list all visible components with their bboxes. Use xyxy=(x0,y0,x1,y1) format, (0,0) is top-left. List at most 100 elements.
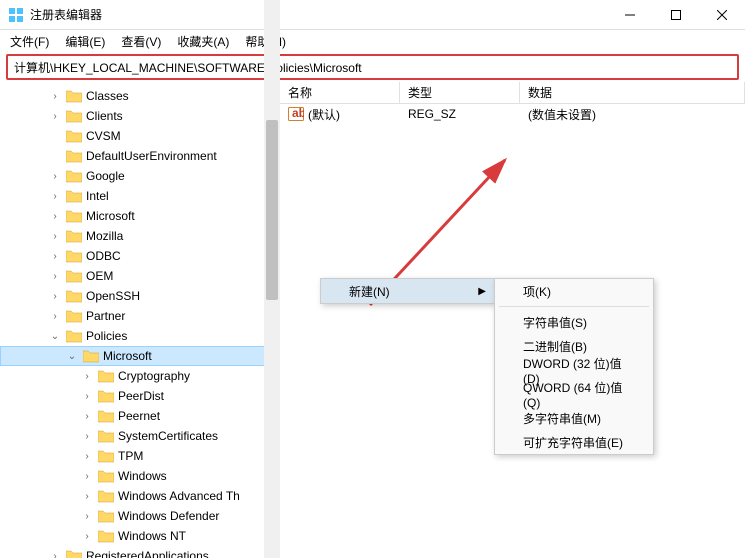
tree-expander[interactable]: › xyxy=(80,469,94,483)
menubar: 文件(F) 编辑(E) 查看(V) 收藏夹(A) 帮助(H) xyxy=(0,30,745,52)
menu-file[interactable]: 文件(F) xyxy=(4,31,55,52)
maximize-button[interactable] xyxy=(653,0,699,30)
titlebar: 注册表编辑器 xyxy=(0,0,745,30)
tree-expander[interactable]: ⌄ xyxy=(48,329,62,343)
menu-favorites[interactable]: 收藏夹(A) xyxy=(171,31,235,52)
menu-view[interactable]: 查看(V) xyxy=(115,31,167,52)
tree-node[interactable]: › Microsoft xyxy=(0,206,279,226)
tree-node[interactable]: › SystemCertificates xyxy=(0,426,279,446)
chevron-right-icon: ▶ xyxy=(478,286,486,297)
tree-label: Classes xyxy=(86,89,129,103)
tree-label: OEM xyxy=(86,269,113,283)
tree-expander[interactable]: › xyxy=(80,409,94,423)
tree-expander[interactable]: › xyxy=(48,169,62,183)
tree-expander[interactable]: › xyxy=(48,189,62,203)
ctx-new[interactable]: 新建(N) ▶ xyxy=(321,279,494,303)
tree-label: Google xyxy=(86,169,125,183)
string-value-icon: ab xyxy=(288,107,304,121)
context-submenu: 项(K) 字符串值(S) 二进制值(B) DWORD (32 位)值(D) QW… xyxy=(494,278,654,455)
tree-expander[interactable]: › xyxy=(80,369,94,383)
tree-node[interactable]: › Cryptography xyxy=(0,366,279,386)
tree-expander[interactable]: › xyxy=(48,209,62,223)
tree-scrollbar[interactable] xyxy=(264,0,280,558)
ctx-expand[interactable]: 可扩充字符串值(E) xyxy=(495,430,653,454)
tree-node[interactable]: › Intel xyxy=(0,186,279,206)
tree-expander[interactable]: › xyxy=(48,249,62,263)
tree-node[interactable]: › Windows Defender xyxy=(0,506,279,526)
tree-node[interactable]: ⌄ Policies xyxy=(0,326,279,346)
tree-node[interactable]: ›TPM xyxy=(0,446,279,466)
context-menu: 新建(N) ▶ xyxy=(320,278,495,304)
tree-node[interactable]: › Peernet xyxy=(0,406,279,426)
ctx-separator xyxy=(499,306,649,307)
tree-label: OpenSSH xyxy=(86,289,140,303)
tree-node[interactable]: › RegisteredApplications xyxy=(0,546,279,558)
cell-name: ab (默认) xyxy=(280,106,400,123)
tree-label: Cryptography xyxy=(118,369,190,383)
tree-expander[interactable]: › xyxy=(80,509,94,523)
tree-node[interactable]: ⌄ Microsoft xyxy=(0,346,279,366)
tree-expander[interactable]: › xyxy=(48,549,62,558)
address-bar[interactable]: 计算机\HKEY_LOCAL_MACHINE\SOFTWARE\Policies… xyxy=(6,54,739,80)
tree-expander[interactable]: › xyxy=(48,289,62,303)
tree-node[interactable]: DefaultUserEnvironment xyxy=(0,146,279,166)
ctx-string[interactable]: 字符串值(S) xyxy=(495,310,653,334)
tree-node[interactable]: ›Mozilla xyxy=(0,226,279,246)
tree-node[interactable]: › ODBC xyxy=(0,246,279,266)
tree-panel[interactable]: › Classes › Clients CVSM DefaultUserEnvironme… xyxy=(0,82,280,558)
tree-label: Microsoft xyxy=(103,349,152,363)
tree-node[interactable]: › Clients xyxy=(0,106,279,126)
value-name: (默认) xyxy=(308,106,340,123)
tree-expander[interactable]: › xyxy=(48,269,62,283)
tree-node[interactable]: ›Partner xyxy=(0,306,279,326)
value-data: (数值未设置) xyxy=(520,106,745,123)
col-name[interactable]: 名称 xyxy=(280,82,400,103)
list-header: 名称 类型 数据 xyxy=(280,82,745,104)
scrollbar-thumb[interactable] xyxy=(266,120,278,300)
tree-expander[interactable]: › xyxy=(80,449,94,463)
tree-expander[interactable]: › xyxy=(48,109,62,123)
tree-node[interactable]: › Classes xyxy=(0,86,279,106)
close-button[interactable] xyxy=(699,0,745,30)
tree-expander[interactable]: ⌄ xyxy=(65,349,79,363)
tree-expander[interactable]: › xyxy=(48,309,62,323)
tree-node[interactable]: › Google xyxy=(0,166,279,186)
tree-label: SystemCertificates xyxy=(118,429,218,443)
tree-expander[interactable]: › xyxy=(80,489,94,503)
tree-label: Peernet xyxy=(118,409,160,423)
tree-expander[interactable]: › xyxy=(48,89,62,103)
ctx-multi[interactable]: 多字符串值(M) xyxy=(495,406,653,430)
ctx-qword[interactable]: QWORD (64 位)值(Q) xyxy=(495,382,653,406)
col-type[interactable]: 类型 xyxy=(400,82,520,103)
tree-label: ODBC xyxy=(86,249,121,263)
tree-label: RegisteredApplications xyxy=(86,549,209,558)
address-text: 计算机\HKEY_LOCAL_MACHINE\SOFTWARE\Policies… xyxy=(14,59,362,76)
tree-label: DefaultUserEnvironment xyxy=(86,149,217,163)
ctx-key[interactable]: 项(K) xyxy=(495,279,653,303)
tree-label: Policies xyxy=(86,329,127,343)
col-data[interactable]: 数据 xyxy=(520,82,745,103)
minimize-button[interactable] xyxy=(607,0,653,30)
tree-node[interactable]: › OEM xyxy=(0,266,279,286)
tree-node[interactable]: CVSM xyxy=(0,126,279,146)
tree-node[interactable]: › OpenSSH xyxy=(0,286,279,306)
tree-node[interactable]: ›PeerDist xyxy=(0,386,279,406)
tree-expander[interactable]: › xyxy=(80,389,94,403)
list-row[interactable]: ab (默认) REG_SZ (数值未设置) xyxy=(280,104,745,124)
tree-label: Microsoft xyxy=(86,209,135,223)
tree-expander[interactable]: › xyxy=(80,529,94,543)
tree-label: Windows Advanced Th xyxy=(118,489,240,503)
tree-label: Intel xyxy=(86,189,109,203)
tree-node[interactable]: › Windows Advanced Th xyxy=(0,486,279,506)
menu-edit[interactable]: 编辑(E) xyxy=(59,31,111,52)
tree-expander[interactable]: › xyxy=(48,229,62,243)
tree-label: CVSM xyxy=(86,129,121,143)
svg-text:ab: ab xyxy=(292,107,304,120)
tree-label: Windows Defender xyxy=(118,509,219,523)
tree-node[interactable]: › Windows xyxy=(0,466,279,486)
tree-label: Clients xyxy=(86,109,123,123)
tree-expander[interactable]: › xyxy=(80,429,94,443)
tree-label: Windows xyxy=(118,469,167,483)
value-type: REG_SZ xyxy=(400,107,520,121)
tree-node[interactable]: ›Windows NT xyxy=(0,526,279,546)
